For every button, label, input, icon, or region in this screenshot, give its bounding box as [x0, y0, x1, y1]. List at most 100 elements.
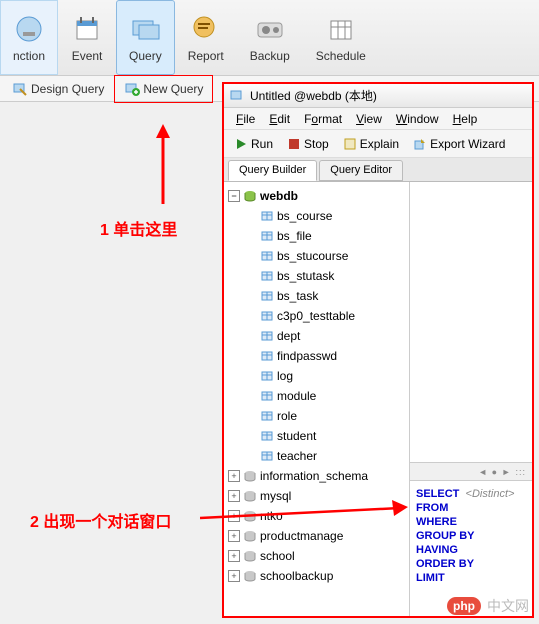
- database-icon: [243, 529, 257, 543]
- tree-table-label: bs_course: [277, 209, 332, 223]
- action-toolbar: Run Stop Explain Export Wizard: [224, 130, 532, 158]
- tree-table-role[interactable]: role: [224, 406, 409, 426]
- tree-table-teacher[interactable]: teacher: [224, 446, 409, 466]
- table-icon: [260, 409, 274, 423]
- tree-db-information_schema[interactable]: +information_schema: [224, 466, 409, 486]
- table-icon: [260, 269, 274, 283]
- menu-format[interactable]: Format: [298, 110, 348, 127]
- sql-keyword-orderby: ORDER BY: [416, 557, 526, 571]
- tree-db-label: ntko: [260, 509, 283, 523]
- new-query-button[interactable]: New Query: [118, 79, 209, 99]
- export-icon: [413, 137, 427, 151]
- tree-db-productmanage[interactable]: + productmanage: [224, 526, 409, 546]
- database-icon: [243, 509, 257, 523]
- explain-button[interactable]: Explain: [339, 135, 403, 153]
- sql-keyword-groupby: GROUP BY: [416, 529, 526, 543]
- expand-icon[interactable]: +: [228, 490, 240, 502]
- database-icon: [243, 469, 257, 483]
- table-icon: [260, 389, 274, 403]
- tree-table-label: findpasswd: [277, 349, 337, 363]
- tree-table-c3p0_testtable[interactable]: c3p0_testtable: [224, 306, 409, 326]
- report-button[interactable]: Report: [175, 0, 237, 75]
- database-icon: [243, 549, 257, 563]
- explain-label: Explain: [360, 137, 399, 151]
- tree-db-school[interactable]: + school: [224, 546, 409, 566]
- tree-table-module[interactable]: module: [224, 386, 409, 406]
- tree-db-webdb[interactable]: − webdb: [224, 186, 409, 206]
- collapse-icon[interactable]: −: [228, 190, 240, 202]
- expand-icon[interactable]: +: [228, 510, 240, 522]
- main-toolbar: nction Event Query Report Backup Schedul…: [0, 0, 539, 76]
- tree-table-label: log: [277, 369, 293, 383]
- scroll-stub[interactable]: ◄ ● ► :::: [410, 462, 532, 480]
- table-icon: [260, 329, 274, 343]
- tree-table-label: dept: [277, 329, 300, 343]
- tree-table-bs_stucourse[interactable]: bs_stucourse: [224, 246, 409, 266]
- tree-pane[interactable]: − webdb bs_course bs_file bs_stucoursebs_s…: [224, 182, 410, 616]
- tree-table-bs_course[interactable]: bs_course: [224, 206, 409, 226]
- tree-db-ntko[interactable]: + ntko: [224, 506, 409, 526]
- event-button[interactable]: Event: [58, 0, 116, 75]
- table-icon: [260, 209, 274, 223]
- stop-icon: [287, 137, 301, 151]
- run-button[interactable]: Run: [230, 135, 277, 153]
- watermark-text: 中文网: [487, 596, 529, 616]
- right-pane: ◄ ● ► ::: SELECT <Distinct> FROM WHERE G…: [410, 182, 532, 616]
- query-canvas[interactable]: [410, 182, 532, 462]
- table-icon: [260, 229, 274, 243]
- tree-table-log[interactable]: log: [224, 366, 409, 386]
- menu-edit[interactable]: Edit: [263, 110, 296, 127]
- tree-table-bs_task[interactable]: bs_task: [224, 286, 409, 306]
- tabbar: Query Builder Query Editor: [224, 158, 532, 182]
- tree-table-label: bs_task: [277, 289, 318, 303]
- tree-table-label: bs_file: [277, 229, 312, 243]
- scroll-handle-icon[interactable]: ◄ ● ►: [478, 467, 511, 477]
- menu-window[interactable]: Window: [390, 110, 445, 127]
- expand-icon[interactable]: +: [228, 530, 240, 542]
- tree-db-label: schoolbackup: [260, 569, 333, 583]
- tree-table-label: c3p0_testtable: [277, 309, 355, 323]
- expand-icon[interactable]: +: [228, 570, 240, 582]
- tab-query-builder[interactable]: Query Builder: [228, 160, 317, 181]
- table-icon: [260, 429, 274, 443]
- explain-icon: [343, 137, 357, 151]
- backup-button[interactable]: Backup: [237, 0, 303, 75]
- tree-table-findpasswd[interactable]: findpasswd: [224, 346, 409, 366]
- menubar: File Edit Format View Window Help: [224, 108, 532, 130]
- tree-db-label: school: [260, 549, 295, 563]
- tab-query-editor[interactable]: Query Editor: [319, 160, 403, 181]
- function-button[interactable]: nction: [0, 0, 58, 75]
- menu-view[interactable]: View: [350, 110, 388, 127]
- tree-db-label: productmanage: [260, 529, 343, 543]
- tree-db-label: webdb: [260, 189, 298, 203]
- tree-table-label: teacher: [277, 449, 317, 463]
- tree-table-label: module: [277, 389, 316, 403]
- subwindow-titlebar[interactable]: Untitled @webdb (本地): [224, 84, 532, 108]
- resize-grip-icon[interactable]: :::: [515, 467, 526, 477]
- tree-table-label: role: [277, 409, 297, 423]
- window-icon: [230, 89, 244, 103]
- export-wizard-button[interactable]: Export Wizard: [409, 135, 509, 153]
- stop-button[interactable]: Stop: [283, 135, 333, 153]
- tree-table-dept[interactable]: dept: [224, 326, 409, 346]
- tree-table-student[interactable]: student: [224, 426, 409, 446]
- sql-keyword-from: FROM: [416, 501, 526, 515]
- schedule-button[interactable]: Schedule: [303, 0, 379, 75]
- tree-db-label: mysql: [260, 489, 291, 503]
- backup-icon: [254, 13, 286, 45]
- query-button[interactable]: Query: [116, 0, 175, 75]
- event-icon: [71, 13, 103, 45]
- expand-icon[interactable]: +: [228, 550, 240, 562]
- tree-db-schoolbackup[interactable]: + schoolbackup: [224, 566, 409, 586]
- menu-help[interactable]: Help: [447, 110, 484, 127]
- tree-table-bs_stutask[interactable]: bs_stutask: [224, 266, 409, 286]
- new-query-icon: [124, 81, 140, 97]
- expand-icon[interactable]: +: [228, 470, 240, 482]
- tree-db-mysql[interactable]: + mysql: [224, 486, 409, 506]
- design-query-label: Design Query: [31, 82, 104, 96]
- tree-table-bs_file[interactable]: bs_file: [224, 226, 409, 246]
- sql-distinct: <Distinct>: [466, 488, 515, 500]
- design-query-button[interactable]: Design Query: [6, 79, 110, 99]
- table-icon: [260, 249, 274, 263]
- menu-file[interactable]: File: [230, 110, 261, 127]
